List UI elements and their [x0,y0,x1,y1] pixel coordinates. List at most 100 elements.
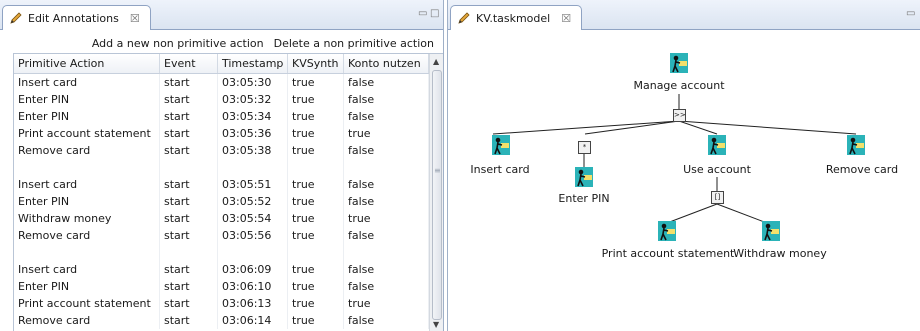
cell-primitive-action: Remove card [14,142,160,159]
cell-konto-nutzen: false [344,142,429,159]
cell-event [160,244,218,261]
table-row[interactable]: Print account statement start 03:06:13 t… [14,295,429,312]
cell-konto-nutzen: false [344,261,429,278]
cell-konto-nutzen: true [344,295,429,312]
cell-konto-nutzen: false [344,108,429,125]
task-user-icon[interactable] [847,135,865,155]
choice-operator-icon: [] [711,191,724,204]
cell-event: start [160,261,218,278]
cell-primitive-action: Insert card [14,74,160,91]
cell-kvsynth: true [288,91,344,108]
iteration-operator-icon: * [578,141,591,154]
cell-timestamp: 03:05:38 [218,142,288,159]
table-row-separator[interactable] [14,244,429,261]
column-header-event[interactable]: Event [160,54,218,73]
scrollbar-thumb[interactable] [432,70,442,320]
table-row[interactable]: Enter PIN start 03:05:32 true false [14,91,429,108]
table-row[interactable]: Enter PIN start 03:05:34 true false [14,108,429,125]
column-header-konto-nutzen[interactable]: Konto nutzen [344,54,429,73]
scroll-up-arrow-icon[interactable]: ▲ [433,57,439,66]
cell-primitive-action: Enter PIN [14,278,160,295]
task-model-view: KV.taskmodel ☒ ▭ Manage account >> Inser… [447,0,920,331]
table-row[interactable]: Enter PIN start 03:06:10 true false [14,278,429,295]
cell-timestamp: 03:05:56 [218,227,288,244]
cell-kvsynth: true [288,176,344,193]
cell-primitive-action: Print account statement [14,295,160,312]
cell-timestamp: 03:06:14 [218,312,288,329]
cell-timestamp: 03:05:30 [218,74,288,91]
table-vertical-scrollbar[interactable]: ▲ ≡ ▼ [429,54,443,331]
column-header-primitive-action[interactable]: Primitive Action [14,54,160,73]
task-user-icon[interactable] [708,135,726,155]
table-row[interactable]: Remove card start 03:05:56 true false [14,227,429,244]
cell-timestamp: 03:06:09 [218,261,288,278]
task-user-icon[interactable] [658,221,676,241]
cell-event [160,159,218,176]
node-label-withdraw-money[interactable]: Withdraw money [733,247,826,260]
cell-konto-nutzen: false [344,193,429,210]
minimize-icon[interactable]: ▭ [418,8,427,19]
cell-kvsynth: true [288,227,344,244]
cell-event: start [160,142,218,159]
cell-primitive-action: Enter PIN [14,91,160,108]
cell-konto-nutzen: true [344,210,429,227]
table-row[interactable]: Insert card start 03:05:51 true false [14,176,429,193]
cell-timestamp: 03:05:36 [218,125,288,142]
table-row[interactable]: Enter PIN start 03:05:52 true false [14,193,429,210]
close-tab-icon[interactable]: ☒ [130,12,140,25]
cell-primitive-action: Insert card [14,176,160,193]
cell-kvsynth [288,244,344,261]
scrollbar-grip-icon: ≡ [434,166,441,175]
table-header: Primitive Action Event Timestamp KVSynth… [14,54,429,74]
task-user-icon[interactable] [492,135,510,155]
cell-kvsynth [288,159,344,176]
scroll-down-arrow-icon[interactable]: ▼ [433,320,439,329]
node-label-insert-card[interactable]: Insert card [470,163,529,176]
tab-edit-annotations[interactable]: Edit Annotations ☒ [2,5,151,30]
table-row[interactable]: Insert card start 03:06:09 true false [14,261,429,278]
cell-kvsynth: true [288,278,344,295]
cell-timestamp: 03:05:52 [218,193,288,210]
column-header-kvsynth[interactable]: KVSynth [288,54,344,73]
cell-konto-nutzen: false [344,74,429,91]
table-row[interactable]: Remove card start 03:05:38 true false [14,142,429,159]
delete-non-primitive-action-button[interactable]: Delete a non primitive action [274,37,434,50]
task-user-icon[interactable] [670,53,688,73]
cell-primitive-action: Print account statement [14,125,160,142]
node-label-use-account[interactable]: Use account [683,163,751,176]
cell-timestamp: 03:05:32 [218,91,288,108]
table-row[interactable]: Print account statement start 03:05:36 t… [14,125,429,142]
cell-kvsynth: true [288,125,344,142]
cell-kvsynth: true [288,108,344,125]
cell-konto-nutzen: false [344,278,429,295]
cell-timestamp: 03:05:34 [218,108,288,125]
table-row[interactable]: Insert card start 03:05:30 true false [14,74,429,91]
table-row[interactable]: Withdraw money start 03:05:54 true true [14,210,429,227]
left-tab-bar: Edit Annotations ☒ ▭ □ [0,0,443,30]
edit-pencil-icon [9,11,23,25]
annotations-table: Primitive Action Event Timestamp KVSynth… [13,53,443,331]
maximize-icon[interactable]: □ [430,8,439,19]
cell-konto-nutzen [344,244,429,261]
table-row-separator[interactable] [14,159,429,176]
node-label-print-account-statement[interactable]: Print account statement [602,247,735,260]
cell-primitive-action [14,244,160,261]
column-header-timestamp[interactable]: Timestamp [218,54,288,73]
enabling-operator-icon: >> [673,109,686,122]
task-user-icon[interactable] [762,221,780,241]
cell-primitive-action: Remove card [14,312,160,329]
table-row[interactable]: Remove card start 03:06:14 true false [14,312,429,329]
cell-konto-nutzen: false [344,312,429,329]
add-non-primitive-action-button[interactable]: Add a new non primitive action [92,37,264,50]
cell-kvsynth: true [288,74,344,91]
node-label-manage-account[interactable]: Manage account [633,79,724,92]
node-label-remove-card[interactable]: Remove card [826,163,898,176]
cell-event: start [160,312,218,329]
node-label-enter-pin[interactable]: Enter PIN [558,192,609,205]
cell-kvsynth: true [288,142,344,159]
cell-primitive-action: Insert card [14,261,160,278]
cell-konto-nutzen: false [344,91,429,108]
cell-primitive-action: Enter PIN [14,193,160,210]
cell-konto-nutzen: false [344,176,429,193]
task-user-icon[interactable] [575,167,593,187]
